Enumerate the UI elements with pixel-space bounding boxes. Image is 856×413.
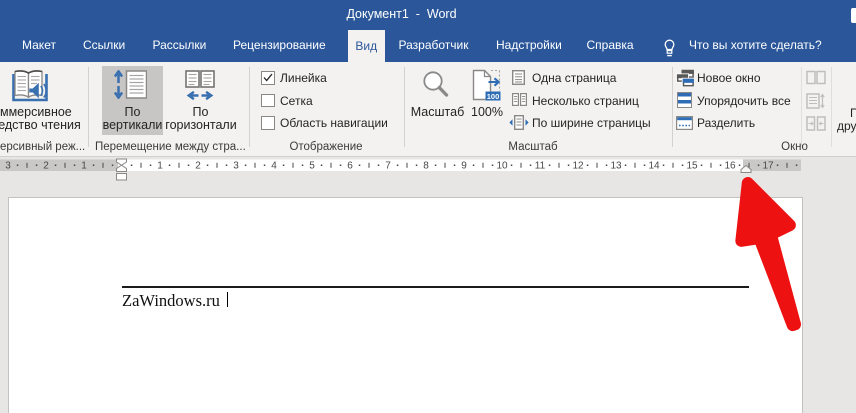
svg-text:13: 13 xyxy=(610,161,622,172)
svg-text:1: 1 xyxy=(81,161,87,172)
svg-text:5: 5 xyxy=(309,161,315,172)
svg-text:8: 8 xyxy=(423,161,429,172)
svg-text:10: 10 xyxy=(496,161,508,172)
svg-text:4: 4 xyxy=(271,161,277,172)
svg-text:12: 12 xyxy=(572,161,584,172)
svg-text:2: 2 xyxy=(195,161,201,172)
svg-text:3: 3 xyxy=(5,161,11,172)
svg-text:11: 11 xyxy=(535,161,546,172)
svg-text:9: 9 xyxy=(461,161,467,172)
svg-text:100: 100 xyxy=(487,92,500,101)
svg-text:2: 2 xyxy=(43,161,49,172)
svg-text:7: 7 xyxy=(385,161,391,172)
svg-text:1: 1 xyxy=(157,161,163,172)
svg-text:3: 3 xyxy=(233,161,239,172)
svg-text:6: 6 xyxy=(347,161,353,172)
